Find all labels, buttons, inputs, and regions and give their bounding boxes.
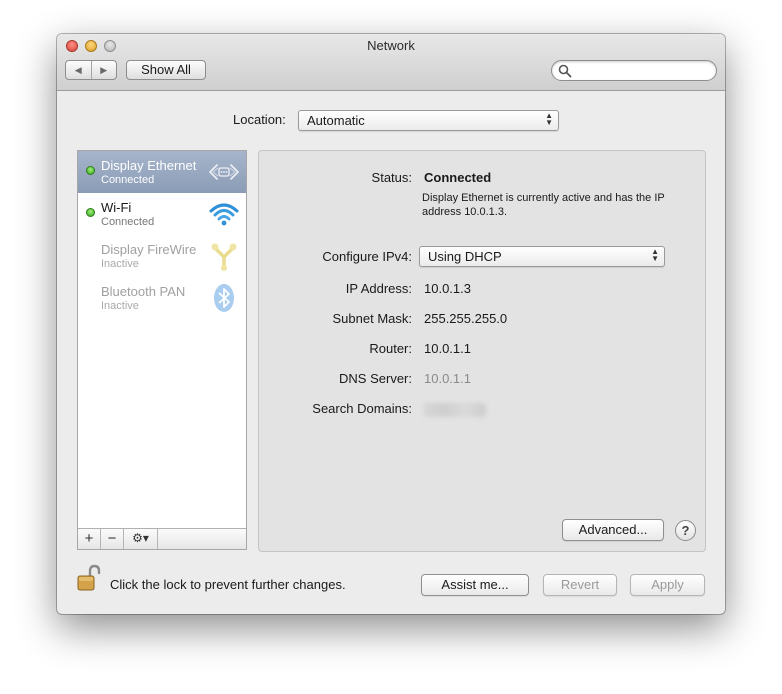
back-forward-control: ◀ ▶ — [65, 60, 117, 80]
search-domains-value-redacted — [424, 403, 486, 417]
network-preferences-window: Network ◀ ▶ Show All Location: Automatic… — [57, 34, 725, 614]
forward-arrow-icon: ▶ — [100, 64, 108, 75]
advanced-button[interactable]: Advanced... — [562, 519, 664, 541]
service-status: Connected — [101, 174, 155, 186]
router-label: Router: — [369, 341, 412, 356]
firewire-icon — [211, 243, 237, 271]
popup-arrows-icon: ▲ ▼ — [545, 111, 553, 127]
titlebar: Network ◀ ▶ Show All — [57, 34, 725, 91]
service-item-display-firewire[interactable]: Display FireWire Inactive — [78, 235, 246, 277]
back-button[interactable]: ◀ — [66, 61, 91, 79]
window-title: Network — [367, 38, 415, 53]
search-domains-label: Search Domains: — [312, 401, 412, 416]
remove-service-button[interactable]: − — [101, 529, 124, 549]
configure-ipv4-popup[interactable]: Using DHCP ▲ ▼ — [419, 246, 665, 267]
search-field[interactable] — [551, 60, 717, 81]
service-name: Bluetooth PAN — [101, 284, 186, 299]
search-icon — [558, 64, 572, 78]
dns-server-value: 10.0.1.1 — [424, 371, 471, 386]
dns-server-label: DNS Server: — [339, 371, 412, 386]
help-button[interactable]: ? — [675, 520, 696, 541]
status-dot-green — [86, 208, 95, 217]
service-status: Inactive — [101, 300, 139, 312]
service-list: Display Ethernet Connected Wi-Fi Connect… — [77, 150, 247, 550]
revert-button[interactable]: Revert — [543, 574, 617, 596]
subnet-mask-label: Subnet Mask: — [332, 311, 413, 326]
location-popup[interactable]: Automatic ▲ ▼ — [298, 110, 559, 131]
show-all-button[interactable]: Show All — [126, 60, 206, 80]
popup-arrows-icon: ▲ ▼ — [651, 247, 659, 263]
back-arrow-icon: ◀ — [74, 64, 82, 75]
service-detail-panel: Status: Connected Display Ethernet is cu… — [258, 150, 706, 552]
status-value: Connected — [424, 170, 492, 185]
service-status: Inactive — [101, 258, 139, 270]
lock-message: Click the lock to prevent further change… — [110, 577, 346, 592]
bluetooth-icon — [214, 284, 234, 312]
service-item-wifi[interactable]: Wi-Fi Connected — [78, 193, 246, 235]
forward-button[interactable]: ▶ — [90, 61, 117, 79]
location-value: Automatic — [307, 113, 365, 128]
service-list-toolbar: + − ⚙▾ — [78, 528, 246, 549]
service-name: Display FireWire — [101, 242, 197, 257]
assist-me-button[interactable]: Assist me... — [421, 574, 529, 596]
status-description: Display Ethernet is currently active and… — [422, 192, 665, 218]
configure-ipv4-label: Configure IPv4: — [322, 249, 412, 264]
service-item-display-ethernet[interactable]: Display Ethernet Connected — [78, 151, 246, 193]
service-name: Display Ethernet — [101, 158, 197, 173]
service-name: Wi-Fi — [101, 200, 132, 215]
router-value: 10.0.1.1 — [424, 341, 471, 356]
search-input[interactable] — [574, 62, 712, 80]
service-status: Connected — [101, 216, 155, 228]
lock-icon[interactable] — [77, 564, 101, 592]
action-gear-button[interactable]: ⚙▾ — [124, 529, 158, 549]
status-dot-green — [86, 166, 95, 175]
apply-button[interactable]: Apply — [630, 574, 705, 596]
add-service-button[interactable]: + — [78, 529, 101, 549]
wifi-icon — [209, 203, 239, 226]
ip-address-label: IP Address: — [345, 281, 412, 296]
service-item-bluetooth-pan[interactable]: Bluetooth PAN Inactive — [78, 277, 246, 319]
subnet-mask-value: 255.255.255.0 — [424, 311, 508, 326]
status-label: Status: — [371, 170, 412, 185]
location-label: Location: — [233, 112, 286, 127]
ethernet-icon — [209, 164, 239, 180]
configure-ipv4-value: Using DHCP — [428, 249, 502, 264]
ip-address-value: 10.0.1.3 — [424, 281, 471, 296]
